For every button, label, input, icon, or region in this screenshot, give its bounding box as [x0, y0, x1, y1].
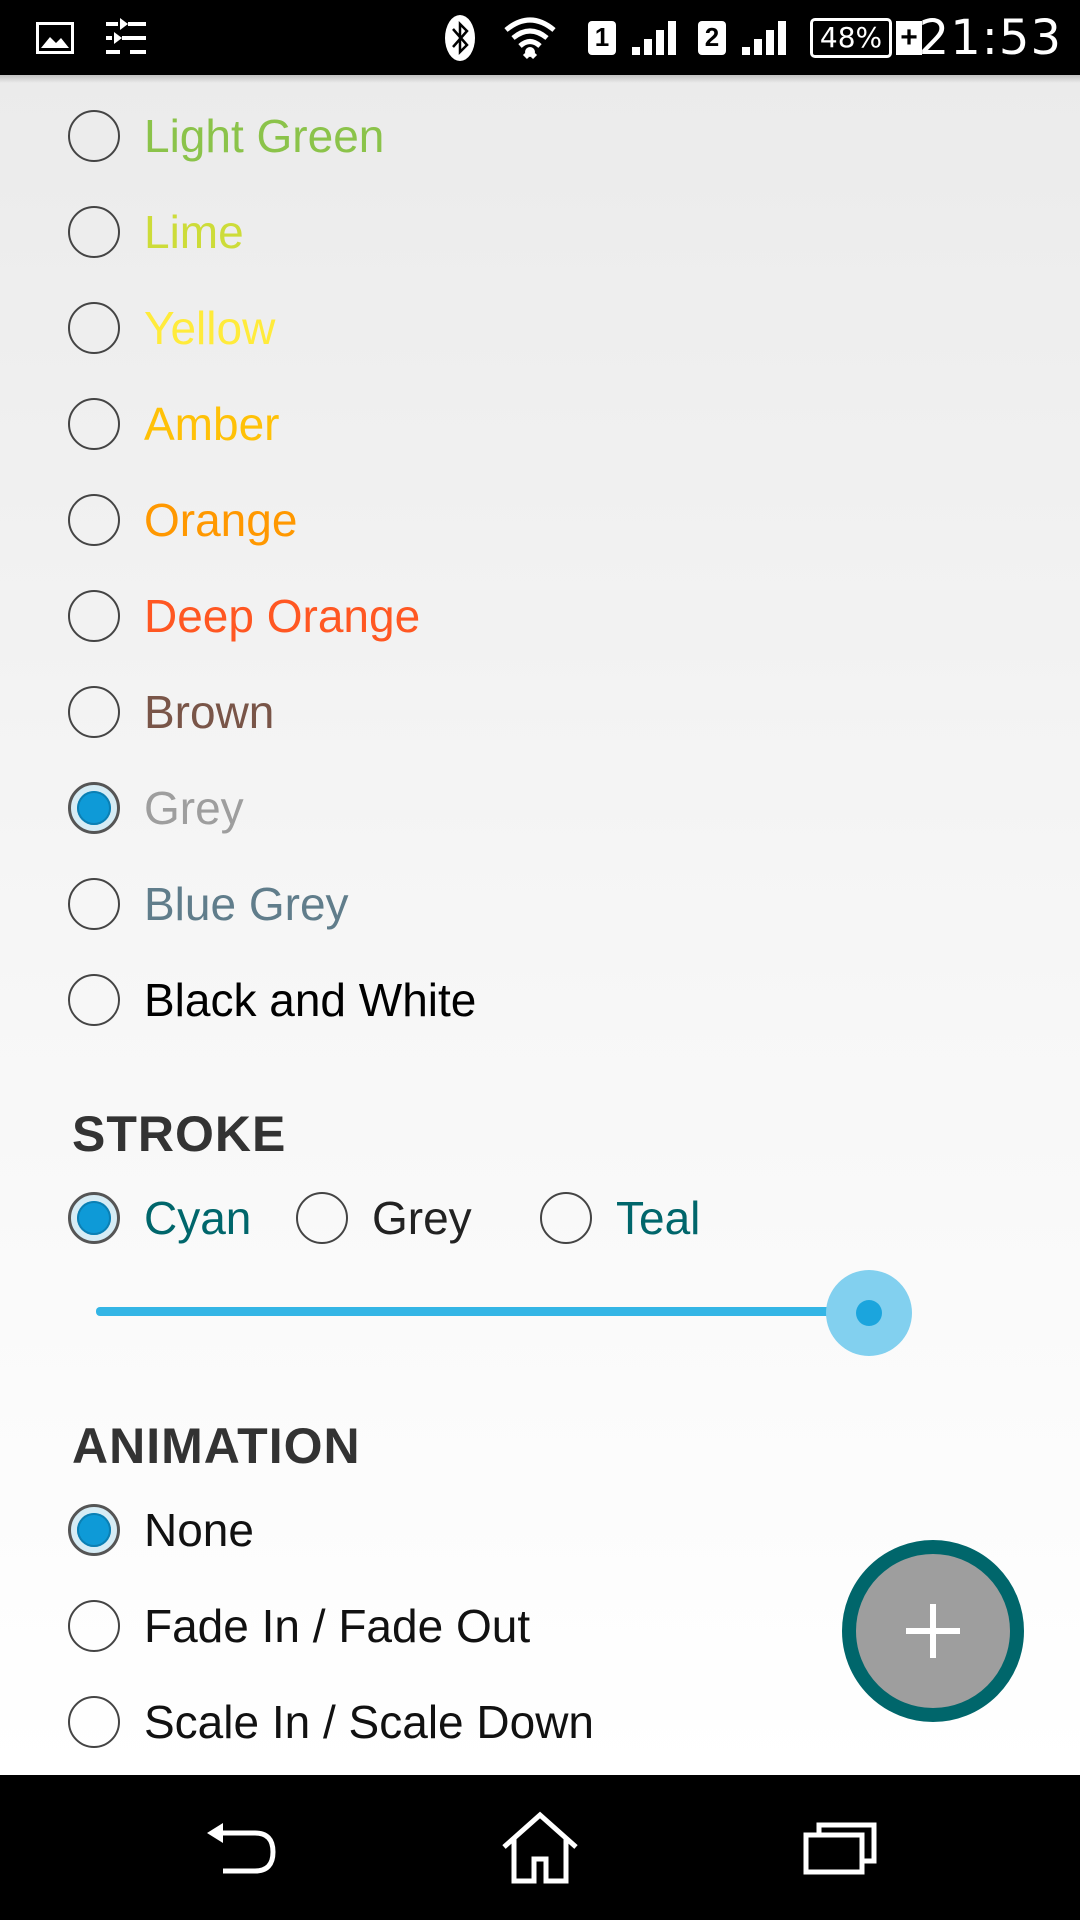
radio-label: Blue Grey	[144, 878, 349, 930]
back-button[interactable]	[160, 1775, 320, 1920]
radio-label: Lime	[144, 206, 244, 258]
fill-option-amber[interactable]: Amber	[68, 394, 279, 454]
radio-label: Light Green	[144, 110, 385, 162]
signal-icon	[742, 0, 786, 75]
sim1-indicator: 1	[588, 0, 616, 75]
radio-label: Brown	[144, 686, 275, 738]
animation-option-scale-in-scale-down[interactable]: Scale In / Scale Down	[68, 1692, 594, 1752]
sim2-indicator: 2	[698, 0, 726, 75]
fill-option-blue-grey[interactable]: Blue Grey	[68, 874, 349, 934]
radio-label: Deep Orange	[144, 590, 421, 642]
fill-option-black-and-white[interactable]: Black and White	[68, 970, 476, 1030]
radio-button-checked[interactable]	[68, 1192, 120, 1244]
navigation-bar	[0, 1775, 1080, 1920]
battery-icon: 48% +	[810, 0, 922, 75]
radio-button[interactable]	[68, 878, 120, 930]
radio-label: Orange	[144, 494, 298, 546]
wifi-icon	[504, 0, 556, 75]
radio-label: Fade In / Fade Out	[144, 1600, 531, 1652]
stroke-option-grey[interactable]: Grey	[296, 1188, 472, 1248]
fill-option-grey[interactable]: Grey	[68, 778, 244, 838]
fill-option-deep-orange[interactable]: Deep Orange	[68, 586, 420, 646]
radio-label: Grey	[144, 782, 244, 834]
bluetooth-icon	[444, 0, 476, 75]
radio-label: Amber	[144, 398, 280, 450]
battery-percent: 48%	[810, 17, 892, 58]
radio-button[interactable]	[68, 302, 120, 354]
fill-option-light-green[interactable]: Light Green	[68, 106, 384, 166]
stroke-section-title: STROKE	[72, 1106, 287, 1162]
settings-content: Light Green Lime Yellow Amber Orange Deep Ora…	[0, 75, 1080, 1775]
stroke-option-teal[interactable]: Teal	[540, 1188, 700, 1248]
signal-icon	[632, 0, 676, 75]
status-bar: 1 2 48% + 21:53	[0, 0, 1080, 75]
clock: 21:53	[918, 9, 1062, 66]
stroke-width-slider-thumb[interactable]	[855, 1300, 882, 1326]
home-button[interactable]	[460, 1775, 620, 1920]
radio-label: Grey	[372, 1192, 472, 1244]
plus-icon	[906, 1604, 960, 1658]
radio-button[interactable]	[68, 1696, 120, 1748]
radio-button[interactable]	[68, 1600, 120, 1652]
radio-button[interactable]	[296, 1192, 348, 1244]
radio-button[interactable]	[68, 686, 120, 738]
radio-label: Yellow	[144, 302, 276, 354]
recents-button[interactable]	[760, 1775, 920, 1920]
recents-icon	[803, 1822, 877, 1874]
radio-label: Teal	[616, 1192, 701, 1244]
equalizer-icon	[106, 0, 146, 75]
radio-button[interactable]	[540, 1192, 592, 1244]
fill-option-brown[interactable]: Brown	[68, 682, 274, 742]
stroke-width-slider-track[interactable]	[96, 1307, 901, 1316]
fill-option-yellow[interactable]: Yellow	[68, 298, 275, 358]
home-icon	[502, 1811, 578, 1883]
radio-button[interactable]	[68, 110, 120, 162]
radio-label: Scale In / Scale Down	[144, 1696, 595, 1748]
radio-label: None	[144, 1504, 254, 1556]
animation-option-none[interactable]: None	[68, 1500, 254, 1560]
radio-button[interactable]	[68, 398, 120, 450]
animation-option-fade-in-fade-out[interactable]: Fade In / Fade Out	[68, 1596, 530, 1656]
radio-button-checked[interactable]	[68, 1504, 120, 1556]
fill-option-orange[interactable]: Orange	[68, 490, 297, 550]
radio-button-checked[interactable]	[68, 782, 120, 834]
radio-label: Black and White	[144, 974, 477, 1026]
radio-label: Cyan	[144, 1192, 252, 1244]
back-icon	[207, 1822, 276, 1873]
animation-section-title: ANIMATION	[72, 1418, 361, 1474]
radio-button[interactable]	[68, 494, 120, 546]
radio-button[interactable]	[68, 206, 120, 258]
radio-button[interactable]	[68, 590, 120, 642]
stroke-option-cyan[interactable]: Cyan	[68, 1188, 251, 1248]
radio-button[interactable]	[68, 974, 120, 1026]
image-icon	[36, 0, 74, 75]
add-fab-button[interactable]	[842, 1540, 1024, 1722]
fill-option-lime[interactable]: Lime	[68, 202, 244, 262]
